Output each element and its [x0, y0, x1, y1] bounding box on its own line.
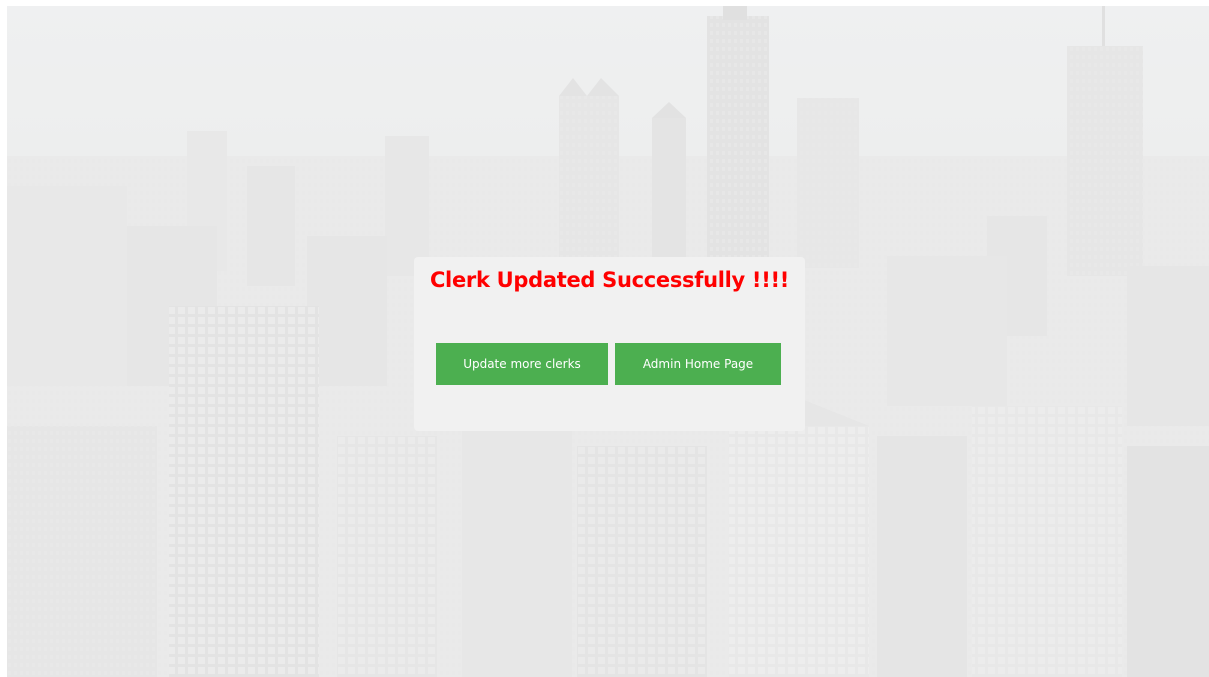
page-viewport: Clerk Updated Successfully !!!! Update m… — [0, 0, 1209, 677]
success-message-title: Clerk Updated Successfully !!!! — [429, 268, 790, 292]
admin-home-page-button[interactable]: Admin Home Page — [615, 343, 781, 385]
update-more-clerks-button[interactable]: Update more clerks — [436, 343, 608, 385]
success-message-card: Clerk Updated Successfully !!!! Update m… — [414, 257, 805, 431]
